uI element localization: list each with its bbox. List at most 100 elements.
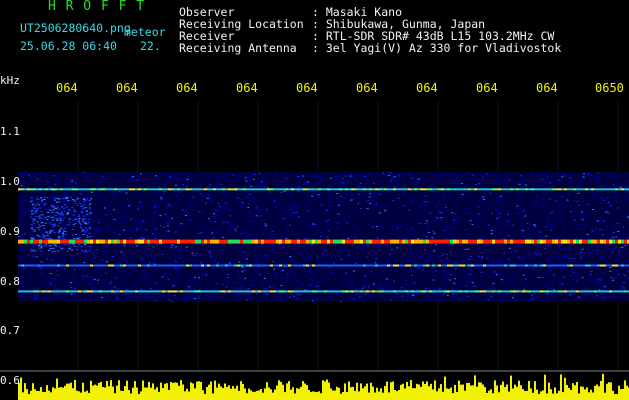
noise-speck xyxy=(231,288,234,289)
noise-speck xyxy=(97,222,100,224)
noise-speck xyxy=(572,214,575,216)
level-bar xyxy=(24,383,26,400)
noise-speck xyxy=(156,199,159,201)
noise-speck xyxy=(413,282,416,284)
noise-speck xyxy=(567,182,570,184)
signal-band-segment xyxy=(234,290,237,293)
signal-band-segment xyxy=(369,264,372,267)
noise-speck xyxy=(311,193,314,195)
noise-speck xyxy=(116,248,119,250)
signal-band-segment xyxy=(87,264,90,267)
signal-band-segment xyxy=(339,239,342,244)
signal-band-segment xyxy=(156,239,159,244)
noise-speck xyxy=(174,267,177,269)
noise-speck xyxy=(402,274,405,276)
noise-speck xyxy=(497,217,500,219)
noise-speck xyxy=(589,178,592,180)
noise-speck xyxy=(266,293,269,295)
signal-band-segment xyxy=(540,264,543,267)
noise-speck xyxy=(346,298,349,300)
noise-speck xyxy=(252,178,255,180)
noise-speck xyxy=(586,203,589,205)
level-bar xyxy=(510,375,512,400)
noise-speck xyxy=(124,212,127,213)
signal-band-segment xyxy=(240,188,243,191)
signal-band-segment xyxy=(246,264,249,267)
noise-speck xyxy=(476,226,479,228)
signal-band-segment xyxy=(594,188,597,191)
signal-band-segment xyxy=(621,188,624,191)
level-bar xyxy=(356,382,358,400)
noise-speck xyxy=(145,247,148,249)
signal-band-segment xyxy=(75,290,78,293)
signal-band-segment xyxy=(114,264,117,267)
noise-speck xyxy=(586,248,589,250)
noise-speck xyxy=(379,225,382,227)
noise-speck xyxy=(279,195,282,197)
signal-band-segment xyxy=(603,290,606,293)
noise-speck xyxy=(490,202,493,204)
noise-speck xyxy=(35,195,38,197)
noise-speck xyxy=(254,271,257,273)
signal-band-segment xyxy=(420,264,423,267)
noise-speck xyxy=(332,237,335,238)
noise-speck xyxy=(206,186,209,188)
signal-band-segment xyxy=(81,239,84,244)
noise-speck xyxy=(146,235,149,237)
signal-band-segment xyxy=(372,188,375,191)
noise-speck xyxy=(258,172,261,174)
noise-speck xyxy=(412,294,415,296)
echo-speck xyxy=(83,206,86,208)
signal-band-segment xyxy=(366,239,369,244)
level-bar xyxy=(192,383,194,400)
noise-speck xyxy=(346,222,349,224)
noise-speck xyxy=(422,233,425,235)
level-bar xyxy=(246,393,248,400)
level-bar xyxy=(90,380,92,400)
signal-band-segment xyxy=(186,290,189,293)
level-bar xyxy=(122,391,124,400)
echo-speck xyxy=(35,211,38,213)
signal-band-segment xyxy=(189,188,192,191)
signal-band-segment xyxy=(375,290,378,293)
signal-band-segment xyxy=(231,264,234,267)
signal-band-segment xyxy=(333,290,336,293)
level-bar xyxy=(614,393,616,400)
signal-band-segment xyxy=(153,188,156,191)
noise-speck xyxy=(428,226,431,228)
signal-band-segment xyxy=(234,239,237,244)
noise-speck xyxy=(111,256,114,257)
echo-speck xyxy=(88,219,91,221)
noise-speck xyxy=(372,295,374,296)
signal-band-segment xyxy=(114,239,117,244)
signal-band-segment xyxy=(417,188,420,191)
noise-speck xyxy=(411,275,413,276)
noise-speck xyxy=(555,219,558,221)
level-bar xyxy=(94,384,96,400)
noise-speck xyxy=(103,281,106,283)
noise-speck xyxy=(392,174,395,176)
noise-speck xyxy=(107,245,110,247)
signal-band-segment xyxy=(522,239,525,244)
noise-speck xyxy=(479,235,482,237)
noise-speck xyxy=(276,173,278,175)
signal-band-segment xyxy=(435,290,438,293)
noise-speck xyxy=(355,262,357,264)
signal-band-segment xyxy=(384,264,387,267)
noise-speck xyxy=(396,247,399,249)
signal-band-segment xyxy=(474,290,477,293)
level-bar xyxy=(296,388,298,400)
signal-band-segment xyxy=(528,188,531,191)
echo-speck xyxy=(86,198,89,200)
noise-speck xyxy=(557,193,560,195)
noise-speck xyxy=(488,276,491,278)
noise-speck xyxy=(168,180,171,182)
noise-speck xyxy=(280,206,283,208)
noise-speck xyxy=(593,261,596,262)
echo-speck xyxy=(76,204,79,206)
noise-speck xyxy=(419,223,422,224)
noise-speck xyxy=(23,293,26,295)
noise-speck xyxy=(291,206,294,208)
noise-speck xyxy=(432,230,435,232)
noise-speck xyxy=(214,216,217,218)
